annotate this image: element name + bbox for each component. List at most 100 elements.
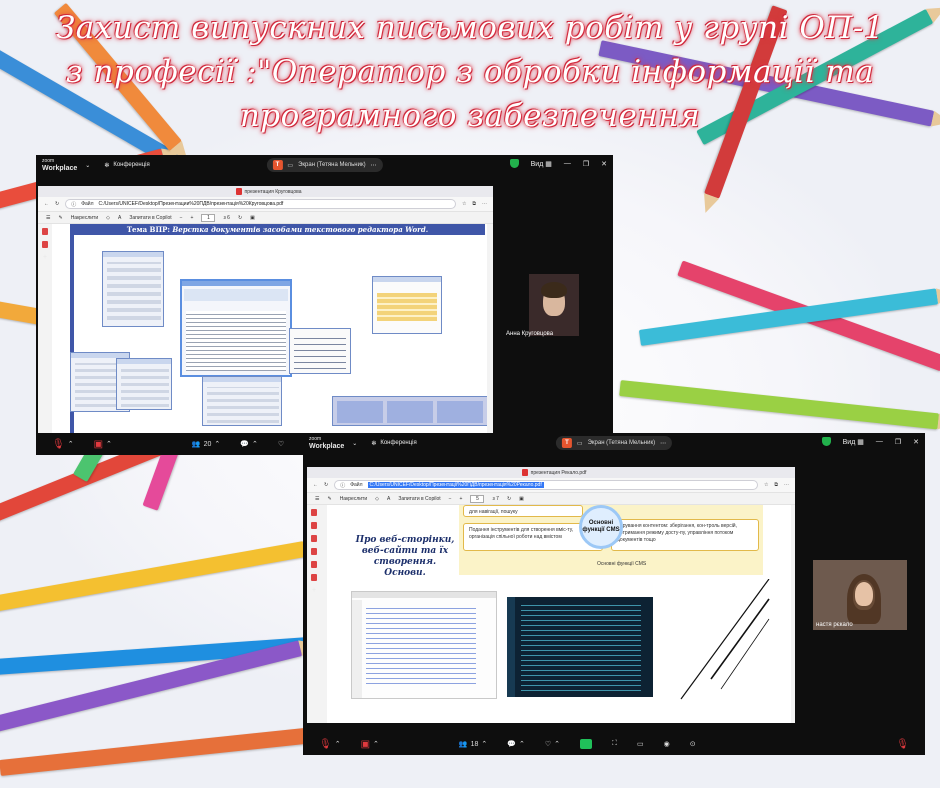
draw-icon[interactable]: ✎ <box>327 496 331 502</box>
close-button[interactable]: ✕ <box>913 438 919 446</box>
share-button[interactable] <box>580 739 593 749</box>
zoom-logo-workplace: Workplace <box>309 443 345 450</box>
mute-button[interactable]: 🎙 ⌃ <box>319 739 341 750</box>
refresh-icon[interactable]: ↻ <box>55 201 59 207</box>
zoom-out-icon[interactable]: − <box>449 496 452 502</box>
video-button[interactable]: ▣ ⌃ <box>361 739 379 750</box>
record-button[interactable]: ◉ <box>664 740 670 748</box>
chevron-down-icon[interactable]: ⌄ <box>85 162 90 169</box>
conference-menu[interactable]: ✻ Конференція <box>104 162 149 169</box>
eraser-icon[interactable]: ◇ <box>375 496 379 502</box>
close-button[interactable]: ✕ <box>601 160 607 168</box>
draw-label[interactable]: Накреслити <box>71 215 98 221</box>
more-icon[interactable]: ⋯ <box>660 440 666 447</box>
end-button[interactable]: 🎙 <box>896 739 909 750</box>
rotate-icon[interactable]: ↻ <box>507 496 511 502</box>
pencil <box>0 727 310 776</box>
document-icon[interactable] <box>311 548 317 555</box>
view-button[interactable]: Вид ▦ <box>531 160 552 168</box>
participants-button[interactable]: 👥 18 ⌃ <box>459 740 487 749</box>
draw-label[interactable]: Накреслити <box>340 496 367 502</box>
share-screen-icon <box>580 739 593 749</box>
add-icon[interactable]: + <box>312 587 316 594</box>
encryption-shield-icon[interactable] <box>509 159 519 168</box>
dialog-titlebar <box>203 377 281 382</box>
view-button[interactable]: Вид ▦ <box>843 438 864 446</box>
zoom-window-1: zoom Workplace ⌄ ✻ Конференція T ▭ Экран… <box>36 155 613 455</box>
participants-count: 18 <box>470 740 479 748</box>
star-icon[interactable]: ☆ <box>462 201 466 207</box>
tab-title: презентация Круговцова <box>244 188 302 195</box>
draw-icon[interactable]: ✎ <box>58 215 62 221</box>
chat-button[interactable]: 💬 ⌃ <box>240 440 258 448</box>
document-icon[interactable] <box>311 509 317 516</box>
encryption-shield-icon[interactable] <box>821 437 831 446</box>
document-icon[interactable] <box>311 574 317 581</box>
video-button[interactable]: ▣ ⌃ <box>94 439 112 450</box>
whiteboard-button[interactable]: ▭ <box>637 740 644 748</box>
copilot-label[interactable]: Запитати в Copilot <box>129 215 171 221</box>
pdf-icon <box>235 188 242 195</box>
zoom-logo: zoom Workplace <box>42 158 77 172</box>
more-icon[interactable]: ⋯ <box>371 162 377 169</box>
browser-tab[interactable]: презентация Рекало.pdf <box>521 469 587 476</box>
view-label: Вид <box>530 160 544 168</box>
reactions-button[interactable]: ♡ <box>278 440 284 448</box>
contents-icon[interactable]: ☰ <box>46 215 50 221</box>
participant-video[interactable]: настя рєкало <box>813 560 907 630</box>
page-number-input[interactable]: 5 <box>470 494 485 503</box>
browser-tab[interactable]: презентация Круговцова <box>235 188 302 195</box>
address-input[interactable]: ⓘ Файл C:/Users/UNICEF/Desktop/Презентац… <box>334 480 758 490</box>
reactions-button[interactable]: ♡ ⌃ <box>545 740 560 748</box>
zoom-logo-workplace: Workplace <box>42 165 78 172</box>
refresh-icon[interactable]: ↻ <box>324 482 328 488</box>
cms-circle-text: Основні функції CMS <box>582 520 620 533</box>
maximize-button[interactable]: ❐ <box>583 160 589 168</box>
screen-share-pill[interactable]: T ▭ Экран (Тетяна Мельник) ⋯ <box>266 158 383 172</box>
contents-icon[interactable]: ☰ <box>315 496 319 502</box>
more-button[interactable]: ⊙ <box>690 740 696 748</box>
fit-icon[interactable]: ▣ <box>519 496 524 502</box>
extensions-icon[interactable]: ⧉ <box>774 482 778 488</box>
participants-button[interactable]: 👥 20 ⌃ <box>192 440 220 449</box>
page-number-input[interactable]: 1 <box>201 213 216 222</box>
rotate-icon[interactable]: ↻ <box>238 215 242 221</box>
extensions-icon[interactable]: ⧉ <box>472 201 476 207</box>
mute-button[interactable]: 🎙 ⌃ <box>52 439 74 450</box>
participant-hair <box>541 282 567 298</box>
participant-video[interactable] <box>529 274 579 336</box>
menu-icon[interactable]: ⋯ <box>482 201 487 207</box>
zoom-out-icon[interactable]: − <box>180 215 183 221</box>
add-icon[interactable]: + <box>43 254 47 261</box>
summary-button[interactable]: ⛶ <box>612 740 617 748</box>
tab-title: презентация Рекало.pdf <box>530 469 587 476</box>
fit-icon[interactable]: ▣ <box>250 215 255 221</box>
address-input[interactable]: ⓘ Файл C:/Users/UNICEF/Desktop/Презентац… <box>65 199 456 209</box>
zoom-in-icon[interactable]: + <box>460 496 463 502</box>
conference-label: Конференція <box>380 440 417 446</box>
conference-menu[interactable]: ✻ Конференція <box>371 440 416 447</box>
document-icon[interactable] <box>42 241 48 248</box>
copilot-label[interactable]: Запитати в Copilot <box>398 496 440 502</box>
shared-browser: презентация Круговцова ← ↻ ⓘ Файл C:/Use… <box>38 186 493 433</box>
document-icon[interactable] <box>311 561 317 568</box>
star-icon[interactable]: ☆ <box>764 482 768 488</box>
chevron-down-icon[interactable]: ⌄ <box>352 440 357 447</box>
document-icon[interactable] <box>311 535 317 542</box>
participant-name: Анна Круговцова <box>506 331 554 337</box>
screen-share-pill[interactable]: T ▭ Экран (Тетяна Мельник) ⋯ <box>555 436 673 450</box>
chat-button[interactable]: 💬 ⌃ <box>507 740 525 748</box>
back-icon[interactable]: ← <box>313 482 318 488</box>
read-aloud-icon[interactable]: A <box>118 215 121 221</box>
minimize-button[interactable]: — <box>564 160 571 167</box>
document-icon[interactable] <box>311 522 317 529</box>
maximize-button[interactable]: ❐ <box>895 438 901 446</box>
document-icon[interactable] <box>42 228 48 235</box>
participants-count: 20 <box>203 440 212 448</box>
minimize-button[interactable]: — <box>876 438 883 445</box>
menu-icon[interactable]: ⋯ <box>784 482 789 488</box>
read-aloud-icon[interactable]: A <box>387 496 390 502</box>
back-icon[interactable]: ← <box>44 201 49 207</box>
zoom-in-icon[interactable]: + <box>191 215 194 221</box>
eraser-icon[interactable]: ◇ <box>106 215 110 221</box>
